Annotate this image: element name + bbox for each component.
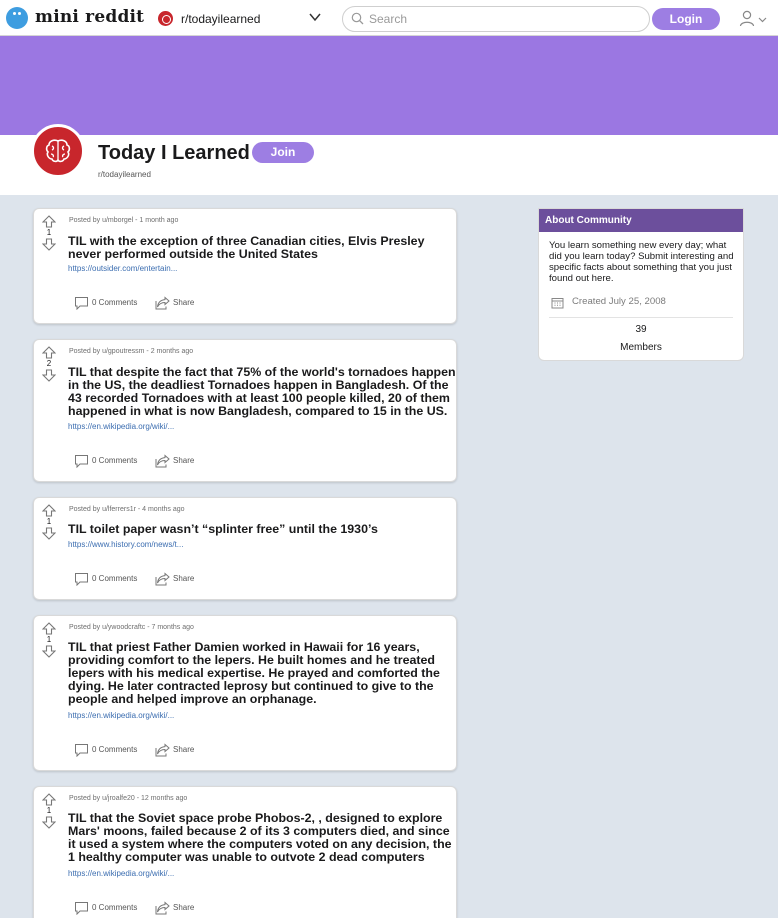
chevron-down-icon xyxy=(758,17,767,23)
comments-button[interactable]: 0 Comments xyxy=(74,454,144,468)
share-label: Share xyxy=(173,903,195,912)
vote-controls: 2 xyxy=(42,346,56,382)
subreddit-handle: r/todayilearned xyxy=(98,170,151,179)
share-label: Share xyxy=(173,456,195,465)
user-menu[interactable] xyxy=(738,9,770,29)
calendar-icon xyxy=(551,298,564,309)
vote-count: 1 xyxy=(46,228,52,237)
vote-controls: 1 xyxy=(42,793,56,829)
downvote-arrow-icon[interactable] xyxy=(42,527,56,540)
post-card[interactable]: 1 Posted by u/ywoodcraftc - 7 months ago… xyxy=(33,615,457,771)
subreddit-avatar xyxy=(31,124,85,178)
comment-icon xyxy=(75,902,88,915)
post-title[interactable]: TIL with the exception of three Canadian… xyxy=(68,235,456,261)
comments-label: 0 Comments xyxy=(92,903,138,912)
community-description: You learn something new every day; what … xyxy=(549,240,734,284)
comments-label: 0 Comments xyxy=(92,745,138,754)
share-icon xyxy=(155,454,170,468)
top-navbar: mini reddit r/todayilearned Login xyxy=(0,0,778,36)
comment-icon xyxy=(75,573,88,586)
share-button[interactable]: Share xyxy=(155,296,205,310)
comment-icon xyxy=(75,455,88,468)
comments-button[interactable]: 0 Comments xyxy=(74,901,144,915)
post-link[interactable]: https://outsider.com/entertain... xyxy=(68,264,177,273)
downvote-arrow-icon[interactable] xyxy=(42,816,56,829)
post-link[interactable]: https://en.wikipedia.org/wiki/... xyxy=(68,869,174,878)
post-link[interactable]: https://en.wikipedia.org/wiki/... xyxy=(68,422,174,431)
post-title[interactable]: TIL toilet paper wasn’t “splinter free” … xyxy=(68,523,456,536)
vote-controls: 1 xyxy=(42,504,56,540)
comments-button[interactable]: 0 Comments xyxy=(74,743,144,757)
share-icon xyxy=(155,901,170,915)
share-label: Share xyxy=(173,298,195,307)
reddit-logo-icon[interactable] xyxy=(6,7,28,29)
login-button[interactable]: Login xyxy=(652,8,720,30)
post-link[interactable]: https://www.history.com/news/t... xyxy=(68,540,183,549)
upvote-arrow-icon[interactable] xyxy=(42,504,56,517)
vote-count: 1 xyxy=(46,635,52,644)
vote-controls: 1 xyxy=(42,215,56,251)
post-meta: Posted by u/lferrers1r - 4 months ago xyxy=(69,506,185,513)
post-title[interactable]: TIL that priest Father Damien worked in … xyxy=(68,641,456,706)
post-title[interactable]: TIL that the Soviet space probe Phobos-2… xyxy=(68,812,456,864)
comment-icon xyxy=(75,297,88,310)
vote-count: 1 xyxy=(46,517,52,526)
downvote-arrow-icon[interactable] xyxy=(42,645,56,658)
share-icon xyxy=(155,743,170,757)
post-card[interactable]: 1 Posted by u/mborgel - 1 month ago TIL … xyxy=(33,208,457,324)
comments-label: 0 Comments xyxy=(92,574,138,583)
share-button[interactable]: Share xyxy=(155,572,205,586)
subreddit-selector[interactable]: r/todayilearned xyxy=(158,9,328,29)
about-community-heading: About Community xyxy=(539,209,743,232)
comments-label: 0 Comments xyxy=(92,298,138,307)
downvote-arrow-icon[interactable] xyxy=(42,369,56,382)
user-icon xyxy=(739,10,767,27)
upvote-arrow-icon[interactable] xyxy=(42,622,56,635)
subreddit-selector-label: r/todayilearned xyxy=(181,12,261,26)
comments-button[interactable]: 0 Comments xyxy=(74,296,144,310)
members-label: Members xyxy=(620,342,662,353)
chevron-down-icon xyxy=(309,13,321,22)
post-card[interactable]: 2 Posted by u/gpoutressm - 2 months ago … xyxy=(33,339,457,482)
share-icon xyxy=(155,572,170,586)
post-card[interactable]: 1 Posted by u/lferrers1r - 4 months ago … xyxy=(33,497,457,600)
subreddit-banner xyxy=(0,36,778,135)
logo-text[interactable]: mini reddit xyxy=(35,7,144,27)
share-icon xyxy=(155,296,170,310)
divider xyxy=(549,317,733,318)
created-date-label: Created July 25, 2008 xyxy=(572,296,666,307)
search-input[interactable] xyxy=(369,11,639,27)
share-label: Share xyxy=(173,745,195,754)
brain-icon xyxy=(45,139,71,163)
post-meta: Posted by u/gpoutressm - 2 months ago xyxy=(69,348,194,355)
post-card[interactable]: 1 Posted by u/jroalfe20 - 12 months ago … xyxy=(33,786,457,918)
share-button[interactable]: Share xyxy=(155,454,205,468)
upvote-arrow-icon[interactable] xyxy=(42,346,56,359)
upvote-arrow-icon[interactable] xyxy=(42,793,56,806)
post-link[interactable]: https://en.wikipedia.org/wiki/... xyxy=(68,711,174,720)
share-label: Share xyxy=(173,574,195,583)
comment-icon xyxy=(75,744,88,757)
comments-label: 0 Comments xyxy=(92,456,138,465)
search-icon xyxy=(351,12,364,25)
post-meta: Posted by u/jroalfe20 - 12 months ago xyxy=(69,795,188,802)
share-button[interactable]: Share xyxy=(155,743,205,757)
search-box[interactable] xyxy=(342,6,650,32)
join-button[interactable]: Join xyxy=(252,142,314,163)
downvote-arrow-icon[interactable] xyxy=(42,238,56,251)
share-button[interactable]: Share xyxy=(155,901,205,915)
subreddit-title: Today I Learned xyxy=(98,142,250,164)
subreddit-mini-icon xyxy=(158,11,173,26)
post-title[interactable]: TIL that despite the fact that 75% of th… xyxy=(68,366,456,418)
post-meta: Posted by u/ywoodcraftc - 7 months ago xyxy=(69,624,194,631)
comments-button[interactable]: 0 Comments xyxy=(74,572,144,586)
about-community-card: About Community You learn something new … xyxy=(538,208,744,361)
members-count: 39 xyxy=(635,324,647,335)
vote-count: 1 xyxy=(46,806,52,815)
vote-count: 2 xyxy=(46,359,52,368)
upvote-arrow-icon[interactable] xyxy=(42,215,56,228)
vote-controls: 1 xyxy=(42,622,56,658)
post-meta: Posted by u/mborgel - 1 month ago xyxy=(69,217,179,224)
